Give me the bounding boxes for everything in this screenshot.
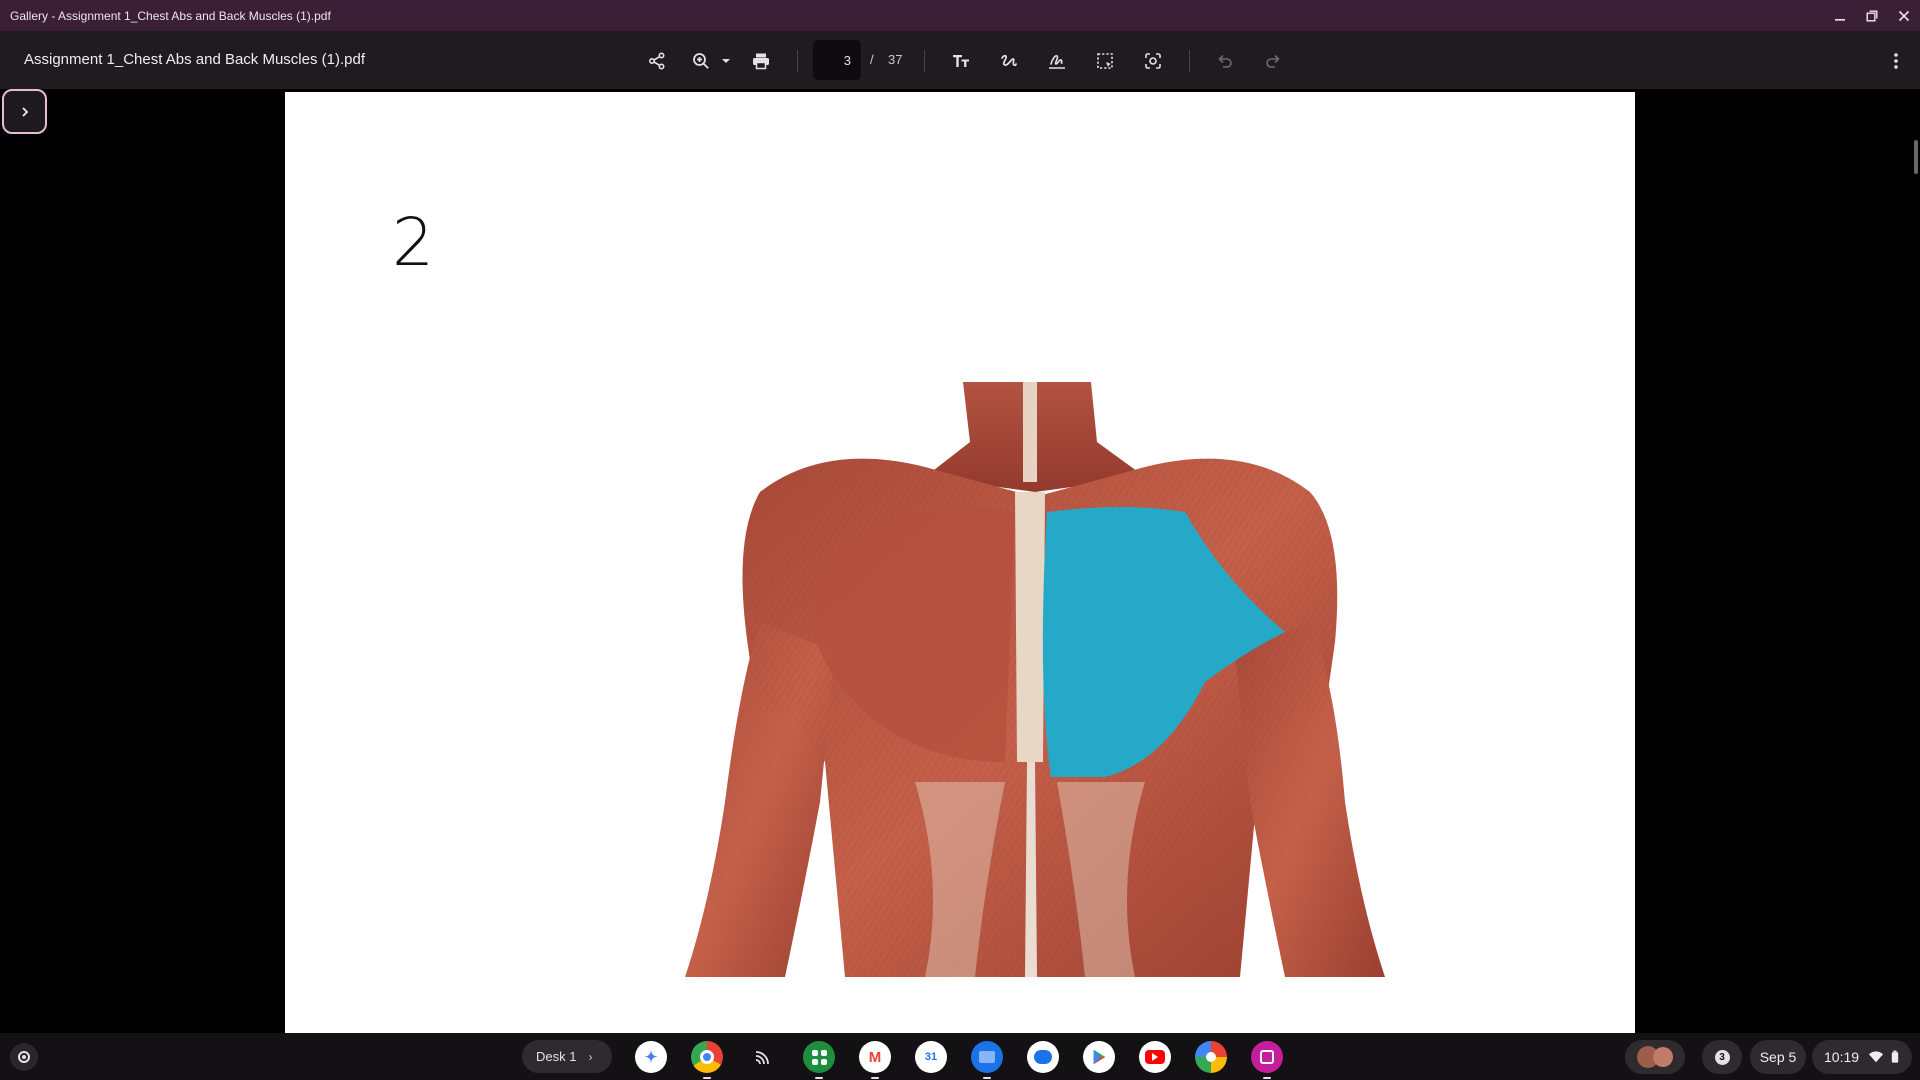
- running-indicator: [815, 1077, 823, 1079]
- toolbar-divider: [797, 50, 798, 72]
- undo-icon: [1218, 54, 1232, 68]
- text-icon: [953, 55, 969, 67]
- launcher-icon: [18, 1051, 30, 1063]
- files-app-icon[interactable]: [971, 1041, 1003, 1079]
- date-label: Sep 5: [1759, 1049, 1797, 1065]
- calendar-app-icon[interactable]: 31: [915, 1041, 947, 1073]
- window-title: Gallery - Assignment 1_Chest Abs and Bac…: [10, 8, 331, 23]
- apps-app-icon[interactable]: [803, 1041, 835, 1079]
- system-shelf: Desk 1 › ✦ M 31 3 Sep 5 10:19: [0, 1033, 1920, 1080]
- pdf-toolbar: Assignment 1_Chest Abs and Back Muscles …: [0, 31, 1920, 89]
- close-button[interactable]: [1888, 0, 1920, 31]
- signature-icon: [1049, 55, 1065, 69]
- thumbnail-icon: [1653, 1047, 1673, 1067]
- toolbar-divider: [1189, 50, 1190, 72]
- toolbar-divider: [924, 50, 925, 72]
- minimize-button[interactable]: [1824, 0, 1856, 31]
- page-number-input[interactable]: 3: [813, 40, 861, 80]
- redo-button[interactable]: [1258, 46, 1288, 76]
- page-separator: /: [870, 52, 874, 67]
- wifi-icon: [1869, 1051, 1884, 1063]
- gmail-app-icon[interactable]: M: [859, 1041, 891, 1079]
- restore-icon: [1866, 10, 1878, 21]
- running-indicator: [1263, 1077, 1271, 1079]
- battery-icon: [1891, 1050, 1899, 1063]
- print-button[interactable]: [746, 46, 776, 76]
- title-bar: Gallery - Assignment 1_Chest Abs and Bac…: [0, 0, 1920, 31]
- running-indicator: [703, 1077, 711, 1079]
- scrollbar-thumb[interactable]: [1914, 140, 1918, 174]
- draw-button[interactable]: [994, 46, 1024, 76]
- chevron-right-icon: ›: [588, 1049, 593, 1064]
- pdf-page: 2: [285, 92, 1635, 1033]
- redo-icon: [1266, 54, 1280, 68]
- minimize-icon: [1835, 18, 1845, 21]
- cast-app-icon[interactable]: [747, 1041, 779, 1073]
- chrome-app-icon[interactable]: [691, 1041, 723, 1079]
- add-text-button[interactable]: [946, 46, 976, 76]
- total-pages: 37: [888, 52, 903, 67]
- status-tray[interactable]: 10:19: [1812, 1040, 1912, 1074]
- select-area-button[interactable]: [1090, 46, 1120, 76]
- chevron-down-icon: [722, 59, 730, 63]
- notification-count: 3: [1714, 1049, 1730, 1065]
- muscle-anatomy-image: [685, 382, 1385, 978]
- share-icon: [648, 52, 665, 70]
- messages-app-icon[interactable]: [1027, 1041, 1059, 1073]
- sidebar-toggle-button[interactable]: [2, 89, 47, 134]
- zoom-icon: [693, 53, 709, 69]
- pdf-viewer[interactable]: 2: [0, 89, 1920, 1033]
- running-indicator: [983, 1077, 991, 1079]
- photos-app-icon[interactable]: [1195, 1041, 1227, 1073]
- slide-number: 2: [392, 204, 434, 281]
- document-title: Assignment 1_Chest Abs and Back Muscles …: [24, 51, 366, 68]
- more-icon: [1894, 53, 1898, 69]
- lens-button[interactable]: [1138, 46, 1168, 76]
- gallery-app-icon[interactable]: [1251, 1041, 1283, 1079]
- gemini-app-icon[interactable]: ✦: [635, 1041, 667, 1073]
- chevron-right-icon: [21, 106, 28, 117]
- notification-center-button[interactable]: 3: [1702, 1040, 1742, 1074]
- cast-icon: [755, 1051, 769, 1065]
- lens-icon: [1145, 53, 1161, 69]
- play-store-icon: [1093, 1049, 1106, 1065]
- date-tray[interactable]: Sep 5: [1750, 1040, 1806, 1074]
- restore-button[interactable]: [1856, 0, 1888, 31]
- print-icon: [753, 53, 769, 70]
- more-options-button[interactable]: [1881, 46, 1911, 76]
- youtube-app-icon[interactable]: [1139, 1041, 1171, 1073]
- zoom-dropdown[interactable]: [711, 46, 741, 76]
- running-indicator: [871, 1077, 879, 1079]
- holding-space-button[interactable]: [1625, 1040, 1685, 1074]
- launcher-button[interactable]: [10, 1043, 38, 1071]
- time-label: 10:19: [1824, 1049, 1860, 1065]
- share-button[interactable]: [642, 46, 672, 76]
- undo-button[interactable]: [1210, 46, 1240, 76]
- signature-button[interactable]: [1042, 46, 1072, 76]
- desk-label: Desk 1: [536, 1049, 577, 1064]
- draw-icon: [1001, 54, 1017, 67]
- close-icon: [1898, 10, 1910, 21]
- play-store-app-icon[interactable]: [1083, 1041, 1115, 1073]
- desk-switcher[interactable]: Desk 1 ›: [522, 1040, 612, 1073]
- select-icon: [1097, 53, 1113, 69]
